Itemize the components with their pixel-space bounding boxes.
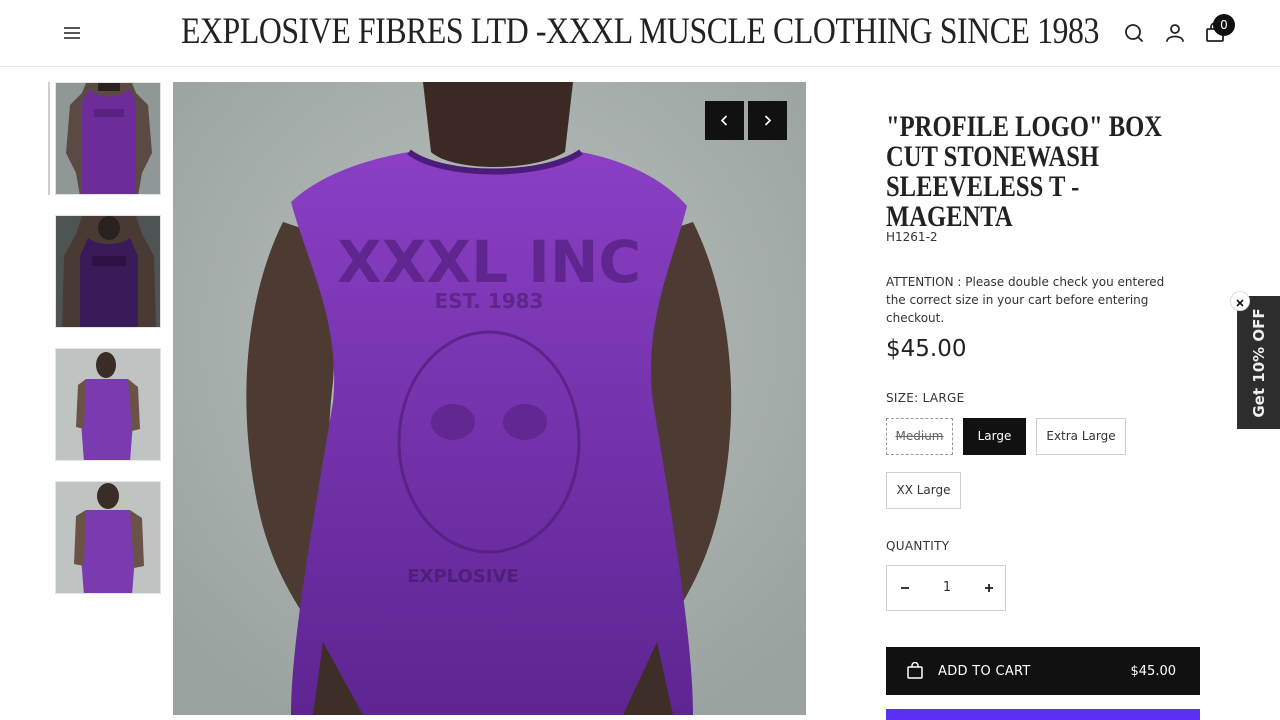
size-option-large[interactable]: Large: [963, 418, 1026, 455]
account-icon[interactable]: [1164, 22, 1186, 44]
quantity-label: QUANTITY: [886, 539, 950, 553]
previous-image-button[interactable]: [705, 101, 744, 140]
discount-tab-label: Get 10% OFF: [1249, 307, 1268, 418]
thumbnail-4[interactable]: [55, 481, 161, 594]
shirt-logo-text: XXXL INC: [337, 228, 641, 296]
quantity-stepper: 1: [886, 565, 1006, 611]
close-discount-button[interactable]: [1230, 291, 1250, 311]
product-sku: H1261-2: [886, 230, 938, 244]
thumbnail-3[interactable]: [55, 348, 161, 461]
main-product-image[interactable]: XXXL INC EST. 1983 EXPLOSIVE: [173, 82, 806, 715]
thumbnail-1[interactable]: [55, 82, 161, 195]
chevron-right-icon: [764, 115, 772, 126]
site-header: EXPLOSIVE FIBRES LTD -XXXL MUSCLE CLOTHI…: [0, 0, 1280, 67]
shirt-est-text: EST. 1983: [435, 289, 544, 313]
quantity-input[interactable]: 1: [927, 580, 967, 595]
size-attention-note: ATTENTION : Please double check you ente…: [886, 275, 1165, 325]
express-pay-button[interactable]: [886, 709, 1200, 720]
add-to-cart-button[interactable]: ADD TO CART $45.00: [886, 647, 1200, 695]
next-image-button[interactable]: [748, 101, 787, 140]
shirt-bottom-text: EXPLOSIVE: [407, 566, 518, 587]
product-info: "PROFILE LOGO" BOX CUT STONEWASH SLEEVEL…: [886, 112, 1200, 232]
size-label: SIZE: LARGE: [886, 391, 965, 405]
shopping-bag-icon: [907, 662, 923, 679]
close-icon: [1236, 299, 1244, 307]
search-icon[interactable]: [1123, 22, 1145, 44]
product-price: $45.00: [886, 336, 967, 362]
product-title: "PROFILE LOGO" BOX CUT STONEWASH SLEEVEL…: [886, 110, 1163, 233]
add-to-cart-label: ADD TO CART: [938, 664, 1031, 679]
plus-icon[interactable]: [979, 578, 999, 598]
minus-icon[interactable]: [895, 578, 915, 598]
discount-tab[interactable]: Get 10% OFF: [1237, 296, 1280, 429]
size-option-medium[interactable]: Medium: [886, 418, 953, 455]
size-option-xx-large[interactable]: XX Large: [886, 472, 961, 509]
thumbnail-2[interactable]: [55, 215, 161, 328]
active-thumbnail-indicator: [48, 82, 50, 195]
menu-icon[interactable]: [62, 24, 82, 42]
chevron-left-icon: [720, 115, 728, 126]
cart-count-badge[interactable]: 0: [1213, 14, 1235, 36]
size-option-extra-large[interactable]: Extra Large: [1036, 418, 1126, 455]
store-title[interactable]: EXPLOSIVE FIBRES LTD -XXXL MUSCLE CLOTHI…: [90, 10, 1191, 53]
add-to-cart-price: $45.00: [1130, 664, 1177, 679]
